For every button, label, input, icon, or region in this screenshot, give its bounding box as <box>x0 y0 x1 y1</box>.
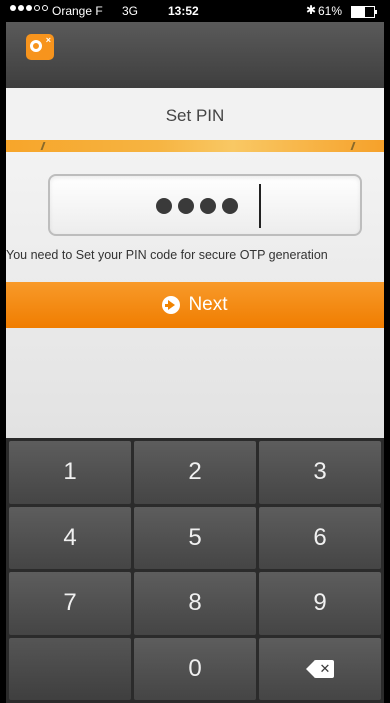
title-area: Set PIN <box>6 88 384 140</box>
orange-app-logo-icon: × <box>26 34 54 60</box>
key-6[interactable]: 6 <box>259 506 381 569</box>
screen: Orange F 3G 13:52 ✱ 61% × Set PIN You ne… <box>6 0 384 703</box>
bluetooth-icon: ✱ <box>306 3 317 17</box>
battery-icon <box>351 6 377 18</box>
pin-dot <box>178 198 194 214</box>
network-type: 3G <box>122 4 139 18</box>
page-title: Set PIN <box>165 106 225 125</box>
key-blank <box>9 637 131 700</box>
key-4[interactable]: 4 <box>9 506 131 569</box>
status-time: 13:52 <box>168 4 199 18</box>
key-9[interactable]: 9 <box>259 572 381 635</box>
key-backspace[interactable]: ✕ <box>259 637 381 700</box>
key-3[interactable]: 3 <box>259 441 381 504</box>
pin-input[interactable] <box>48 174 362 236</box>
signal-strength-icon <box>10 5 48 11</box>
carrier-name: Orange F <box>52 4 103 18</box>
key-2[interactable]: 2 <box>134 441 256 504</box>
key-8[interactable]: 8 <box>134 572 256 635</box>
arrow-right-circle-icon <box>162 296 181 314</box>
text-cursor <box>259 184 261 228</box>
pin-dot <box>200 198 216 214</box>
key-7[interactable]: 7 <box>9 572 131 635</box>
key-0[interactable]: 0 <box>134 637 256 700</box>
accent-stripe <box>6 140 384 152</box>
key-1[interactable]: 1 <box>9 441 131 504</box>
content-area: You need to Set your PIN code for secure… <box>6 152 384 438</box>
next-button[interactable]: Next <box>6 282 384 328</box>
backspace-icon: ✕ <box>306 659 334 678</box>
pin-dot <box>222 198 238 214</box>
status-bar: Orange F 3G 13:52 ✱ 61% <box>6 0 384 22</box>
hint-text: You need to Set your PIN code for secure… <box>6 248 328 262</box>
next-button-label: Next <box>188 294 228 315</box>
pin-dot <box>156 198 172 214</box>
app-header: × <box>6 22 384 88</box>
key-5[interactable]: 5 <box>134 506 256 569</box>
numeric-keypad: 1 2 3 4 5 6 7 8 9 0 ✕ <box>6 438 384 703</box>
pin-masked-dots <box>156 198 238 214</box>
battery-percent: 61% <box>318 4 343 18</box>
